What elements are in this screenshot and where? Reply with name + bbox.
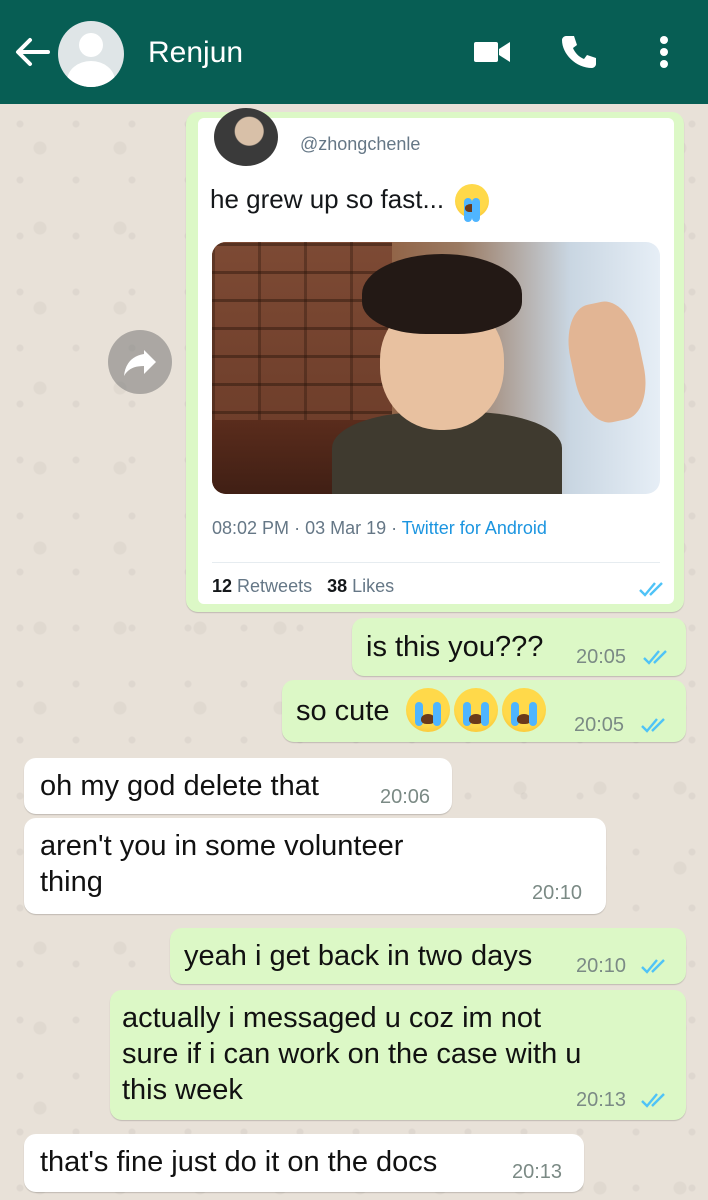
tweet-photo <box>212 242 660 494</box>
forward-button[interactable] <box>108 330 172 394</box>
message-time: 20:06 <box>380 786 431 808</box>
forward-icon <box>124 350 156 376</box>
read-ticks-icon <box>641 1093 665 1108</box>
tweet-meta: 08:02 PM · 03 Mar 19 · Twitter for Andro… <box>212 518 547 538</box>
message-text: actually i messaged u coz im not sure if… <box>122 1002 582 1106</box>
message-text: so cute <box>296 695 390 727</box>
retweets-label: Retweets <box>237 576 313 596</box>
message-text: aren't you in some volunteer thing <box>40 830 404 898</box>
contact-avatar[interactable] <box>58 21 124 87</box>
outgoing-message[interactable]: actually i messaged u coz im not sure if… <box>110 990 686 1120</box>
loudly-crying-face-icon <box>502 688 546 732</box>
more-options-icon[interactable] <box>642 30 686 74</box>
loudly-crying-face-icon <box>406 688 450 732</box>
message-time: 20:05 <box>574 714 625 736</box>
incoming-message[interactable]: oh my god delete that 20:06 <box>24 758 452 814</box>
phone-call-icon[interactable] <box>556 30 600 74</box>
tweet-author-avatar <box>214 108 278 166</box>
message-time: 20:05 <box>576 646 627 668</box>
tweet-date: 03 Mar 19 <box>305 518 387 538</box>
tweet-divider <box>212 562 660 563</box>
read-ticks-icon <box>641 718 665 733</box>
incoming-message[interactable]: that's fine just do it on the docs 20:13 <box>24 1134 584 1192</box>
crying-emojis <box>402 688 546 732</box>
message-text: oh my god delete that <box>40 770 319 802</box>
back-arrow-icon[interactable] <box>10 30 54 74</box>
read-ticks-icon <box>639 582 663 597</box>
contact-name[interactable]: Renjun <box>148 36 243 70</box>
message-time: 20:10 <box>576 955 627 977</box>
like-count: 38 <box>327 576 348 596</box>
message-text: that's fine just do it on the docs <box>40 1146 438 1178</box>
tweet-source: Twitter for Android <box>401 518 547 538</box>
likes-label: Likes <box>352 576 395 596</box>
message-text: yeah i get back in two days <box>184 940 533 972</box>
tweet-text: he grew up so fast... <box>210 184 490 223</box>
message-text: is this you??? <box>366 631 544 663</box>
outgoing-message[interactable]: so cute 20:05 <box>282 680 686 742</box>
retweet-count: 12 <box>212 576 233 596</box>
incoming-message[interactable]: aren't you in some volunteer thing 20:10 <box>24 818 606 914</box>
loudly-crying-face-icon <box>454 688 498 732</box>
message-time: 20:13 <box>576 1089 627 1111</box>
read-ticks-icon <box>643 650 667 665</box>
message-time: 20:13 <box>512 1161 563 1183</box>
outgoing-message[interactable]: yeah i get back in two days 20:10 <box>170 928 686 984</box>
message-time: 20:10 <box>532 882 583 904</box>
tweet-handle: @zhongchenle <box>300 134 421 154</box>
tweet-screenshot[interactable]: @zhongchenle he grew up so fast... 08:02… <box>198 108 674 604</box>
tweet-time: 08:02 PM <box>212 518 290 538</box>
crying-face-emoji <box>455 184 490 223</box>
chat-header: Renjun <box>0 0 708 104</box>
outgoing-message[interactable]: is this you??? 20:05 <box>352 618 686 676</box>
tweet-stats: 12 Retweets 38 Likes <box>212 576 394 597</box>
read-ticks-icon <box>641 959 665 974</box>
video-call-icon[interactable] <box>470 30 514 74</box>
